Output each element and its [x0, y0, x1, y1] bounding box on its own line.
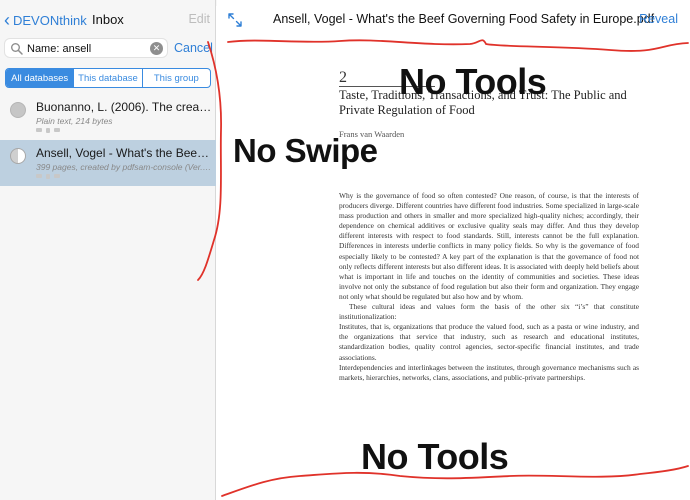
edit-button[interactable]: Edit: [188, 12, 210, 26]
annotation-label-top: No Tools: [399, 61, 547, 102]
list-item-subtitle: 399 pages, created by pdfsam-console (Ve…: [36, 162, 212, 172]
pdf-page[interactable]: 2 Taste, Traditions, Transactions, and T…: [307, 64, 667, 484]
scope-tab-all-databases[interactable]: All databases: [6, 69, 75, 87]
search-field[interactable]: ✕: [4, 38, 168, 58]
search-scope-control: All databases This database This group: [5, 68, 211, 88]
flag-icon: [46, 174, 50, 179]
read-status-icon: [10, 148, 26, 164]
back-button-label: DEVONthink: [13, 12, 87, 28]
document-list-pane: ‹ DEVONthink Inbox Edit ✕ Cancel All dat…: [0, 0, 216, 500]
list-title: Inbox: [92, 12, 124, 27]
label-icon: [36, 174, 42, 178]
paragraph: Why is the governance of food so often c…: [339, 191, 639, 301]
viewer-navigation-bar: Ansell, Vogel - What's the Beef Governin…: [217, 6, 690, 34]
label-icon: [36, 128, 42, 132]
paragraph: Institutes, that is, organizations that …: [339, 322, 639, 362]
document-title: Ansell, Vogel - What's the Beef Governin…: [273, 12, 655, 26]
paragraph: Interdependencies and interlinkages betw…: [339, 362, 639, 382]
list-item-selected[interactable]: Ansell, Vogel - What's the Beef Governin…: [0, 140, 216, 186]
clear-search-icon[interactable]: ✕: [150, 42, 163, 55]
list-item-title: Buonanno, L. (2006). The creation and op…: [36, 100, 212, 114]
tag-icon: [54, 174, 60, 178]
expand-icon[interactable]: [227, 12, 243, 28]
back-button[interactable]: ‹ DEVONthink: [4, 10, 87, 30]
list-item-status-icons: [36, 174, 60, 180]
search-results-list: Buonanno, L. (2006). The creation and op…: [0, 94, 216, 186]
chevron-left-icon: ‹: [4, 10, 10, 30]
tag-icon: [54, 128, 60, 132]
list-item-subtitle: Plain text, 214 bytes: [36, 116, 113, 126]
scope-tab-this-group[interactable]: This group: [143, 69, 210, 87]
page-body-text: Why is the governance of food so often c…: [339, 191, 639, 383]
list-navigation-bar: ‹ DEVONthink Inbox Edit: [0, 6, 216, 34]
cancel-search-button[interactable]: Cancel: [174, 41, 213, 55]
list-item[interactable]: Buonanno, L. (2006). The creation and op…: [0, 94, 216, 140]
search-icon: [11, 43, 23, 55]
unread-indicator-icon: [10, 102, 26, 118]
list-item-status-icons: [36, 128, 60, 134]
list-item-title: Ansell, Vogel - What's the Beef Governin…: [36, 146, 212, 160]
scope-tab-this-database[interactable]: This database: [74, 69, 143, 87]
search-input[interactable]: [27, 41, 147, 57]
annotation-label-middle: No Swipe: [233, 132, 378, 169]
chapter-number: 2: [339, 69, 347, 86]
reveal-button[interactable]: Reveal: [639, 12, 678, 26]
flag-icon: [46, 128, 50, 133]
annotation-label-bottom: No Tools: [361, 436, 509, 477]
paragraph: These cultural ideas and values form the…: [339, 302, 639, 322]
